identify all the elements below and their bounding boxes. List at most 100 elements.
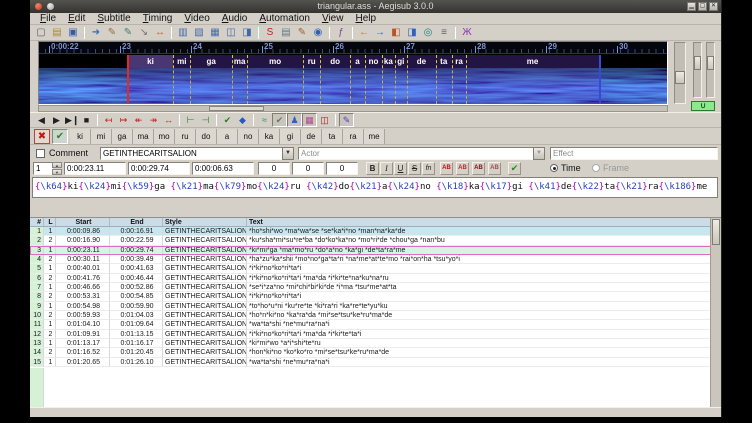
- export-icon[interactable]: ◨: [240, 26, 254, 40]
- karaoke-split-syllable[interactable]: do: [196, 129, 217, 144]
- audio-volume-slider[interactable]: [706, 42, 715, 98]
- table-row[interactable]: 820:00:53.310:00:54.85GETINTHECARITSALIO…: [30, 292, 721, 301]
- audio-spectrogram-display[interactable]: 0:00:222324252627282930 kimigamamorudoan…: [38, 41, 668, 105]
- stop-icon[interactable]: ■: [79, 113, 94, 127]
- sort-lines-icon[interactable]: ≡: [437, 26, 451, 40]
- lead-out-icon[interactable]: ⊣: [198, 113, 213, 127]
- auto-commit-icon[interactable]: ✔: [272, 113, 287, 127]
- style-combo[interactable]: GETINTHECARITSALION: [100, 147, 283, 160]
- table-row[interactable]: 910:00:54.980:00:59.90GETINTHECARITSALIO…: [30, 302, 721, 311]
- table-row[interactable]: 310:00:23.110:00:29.74GETINTHECARITSALIO…: [30, 246, 721, 255]
- margin-vertical-field[interactable]: 0: [326, 162, 358, 175]
- grid-column-header[interactable]: Start: [56, 218, 110, 226]
- grid-vertical-scrollbar[interactable]: [710, 218, 721, 407]
- table-row[interactable]: 1020:00:59.930:01:04.03GETINTHECARITSALI…: [30, 311, 721, 320]
- play-to-end-icon[interactable]: ↔: [161, 113, 176, 127]
- menu-automation[interactable]: Automation: [253, 13, 316, 25]
- underline-button[interactable]: U: [394, 162, 407, 175]
- waveform-mode-icon[interactable]: ◫: [317, 113, 332, 127]
- karaoke-syllable-region[interactable]: no: [365, 55, 382, 68]
- menu-timing[interactable]: Timing: [137, 13, 179, 25]
- karaoke-split-syllable[interactable]: ra: [343, 129, 364, 144]
- karaoke-split-syllable[interactable]: de: [301, 129, 322, 144]
- automation-icon[interactable]: ƒ: [334, 26, 348, 40]
- title-bar[interactable]: triangular.ass - Aegisub 3.0.0 ▁ ▢ ✕: [30, 0, 721, 13]
- margin-left-field[interactable]: 0: [258, 162, 290, 175]
- effect-field[interactable]: Effect: [550, 147, 718, 160]
- karaoke-syllable-region[interactable]: a: [350, 55, 365, 68]
- table-row[interactable]: 710:00:46.660:00:52.86GETINTHECARITSALIO…: [30, 283, 721, 292]
- fonts-collector-icon[interactable]: ▦: [208, 26, 222, 40]
- play-last-500ms-icon[interactable]: ↠: [146, 113, 161, 127]
- jump-to-icon[interactable]: ➜: [89, 26, 103, 40]
- font-button[interactable]: fn: [422, 162, 435, 175]
- audio-horizontal-zoom-slider[interactable]: [674, 42, 686, 104]
- menu-file[interactable]: File: [34, 13, 62, 25]
- karaoke-split-syllable[interactable]: me: [364, 129, 385, 144]
- shift-times-icon[interactable]: ↔: [153, 26, 167, 40]
- grid-column-header[interactable]: Style: [163, 218, 247, 226]
- commit-button[interactable]: ✔: [508, 162, 521, 175]
- karaoke-split-syllable[interactable]: ru: [175, 129, 196, 144]
- karaoke-syllable-region[interactable]: me: [466, 55, 598, 68]
- play-after-icon[interactable]: ↦: [116, 113, 131, 127]
- menu-subtitle[interactable]: Subtitle: [91, 13, 136, 25]
- karaoke-syllable-region[interactable]: mo: [247, 55, 303, 68]
- save-subtitles-icon[interactable]: ▣: [66, 26, 80, 40]
- karaoke-split-syllable[interactable]: mi: [91, 129, 112, 144]
- time-shift-back-icon[interactable]: ←: [357, 26, 371, 40]
- menu-view[interactable]: View: [316, 13, 350, 25]
- vertical-zoom-handle[interactable]: [694, 56, 701, 70]
- selection-end-marker[interactable]: [599, 55, 601, 104]
- kanji-timer-icon[interactable]: Ж: [460, 26, 474, 40]
- karaoke-mode-icon[interactable]: ✎: [339, 113, 354, 127]
- frame-radio[interactable]: [592, 164, 600, 172]
- menu-help[interactable]: Help: [349, 13, 382, 25]
- styling-assistant-icon[interactable]: ✎: [105, 26, 119, 40]
- table-row[interactable]: 1220:01:09.910:01:13.15GETINTHECARITSALI…: [30, 330, 721, 339]
- play-pause-icon[interactable]: ▶❙: [64, 113, 79, 127]
- karaoke-syllable-region[interactable]: do: [320, 55, 350, 68]
- lead-in-icon[interactable]: ⊢: [183, 113, 198, 127]
- actor-combo-arrow-icon[interactable]: ▼: [533, 147, 545, 160]
- karaoke-syllable-region[interactable]: mi: [173, 55, 190, 68]
- karaoke-syllable-region[interactable]: ka: [382, 55, 395, 68]
- play-first-500ms-icon[interactable]: ↞: [131, 113, 146, 127]
- table-row[interactable]: 420:00:30.110:00:39.49GETINTHECARITSALIO…: [30, 255, 721, 264]
- link-sliders-toggle[interactable]: ∪: [691, 101, 715, 111]
- karaoke-syllable-region[interactable]: ru: [303, 55, 320, 68]
- karaoke-syllable-region[interactable]: ta: [436, 55, 452, 68]
- edit-pencil-icon[interactable]: ✎: [295, 26, 309, 40]
- subtitle-text-edit[interactable]: {\k64}ki{\k24}mi{\k59}ga {\k21}ma{\k79}m…: [32, 177, 718, 198]
- shift-to-current-icon[interactable]: ◎: [421, 26, 435, 40]
- table-row[interactable]: 510:00:40.010:00:41.63GETINTHECARITSALIO…: [30, 264, 721, 273]
- auto-next-icon[interactable]: ♟: [287, 113, 302, 127]
- karaoke-syllable-region[interactable]: de: [407, 55, 436, 68]
- time-radio[interactable]: [550, 164, 558, 172]
- karaoke-split-syllable[interactable]: ta: [322, 129, 343, 144]
- karaoke-syllable-region[interactable]: ga: [190, 55, 232, 68]
- margin-right-field[interactable]: 0: [292, 162, 324, 175]
- spell-checker-icon[interactable]: S: [263, 26, 277, 40]
- grid-column-header[interactable]: End: [110, 218, 163, 226]
- audio-vertical-zoom-slider[interactable]: [693, 42, 702, 98]
- end-time-field[interactable]: 0:00:29.74: [128, 162, 190, 175]
- style-combo-arrow-icon[interactable]: ▼: [282, 147, 294, 160]
- spectrum-mode-icon[interactable]: ▦: [302, 113, 317, 127]
- grid-header-row[interactable]: #LStartEndStyleText: [30, 218, 721, 227]
- karaoke-split-syllable[interactable]: ma: [133, 129, 154, 144]
- next-line-icon[interactable]: ▶: [49, 113, 64, 127]
- grid-scroll-thumb[interactable]: [712, 219, 720, 245]
- menu-video[interactable]: Video: [178, 13, 215, 25]
- start-time-field[interactable]: 0:00:23.11: [64, 162, 126, 175]
- table-row[interactable]: 110:00:09.860:00:16.91GETINTHECARITSALIO…: [30, 227, 721, 236]
- go-to-selection-icon[interactable]: ◆: [235, 113, 250, 127]
- snap-end-to-video-icon[interactable]: ◨: [405, 26, 419, 40]
- karaoke-split-syllable[interactable]: gi: [280, 129, 301, 144]
- styles-manager-icon[interactable]: ▥: [176, 26, 190, 40]
- grid-column-header[interactable]: #: [30, 218, 44, 226]
- audio-horizontal-scrollbar[interactable]: [38, 105, 668, 112]
- layer-spinner[interactable]: 1: [33, 162, 53, 175]
- resample-resolution-icon[interactable]: ↘: [137, 26, 151, 40]
- karaoke-syllable-strip[interactable]: kimigamamorudoanokagidetarame: [39, 55, 667, 68]
